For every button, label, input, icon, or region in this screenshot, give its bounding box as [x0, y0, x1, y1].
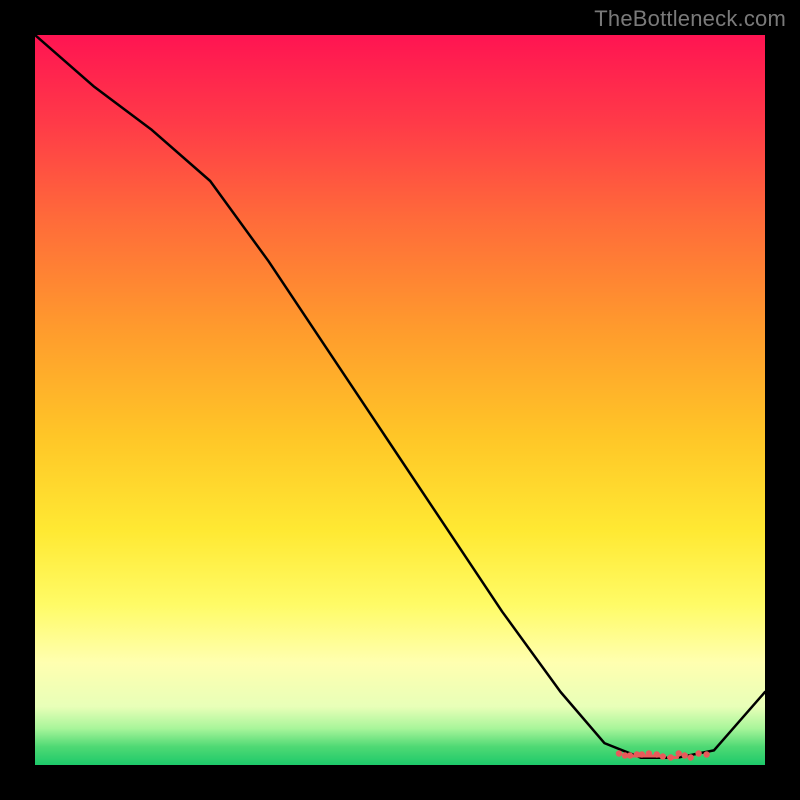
plot-area	[35, 35, 765, 765]
chart-frame: TheBottleneck.com	[0, 0, 800, 800]
chart-svg	[35, 35, 765, 765]
watermark-text: TheBottleneck.com	[594, 6, 786, 32]
curve-path	[35, 35, 765, 758]
optimum-band	[616, 750, 710, 760]
